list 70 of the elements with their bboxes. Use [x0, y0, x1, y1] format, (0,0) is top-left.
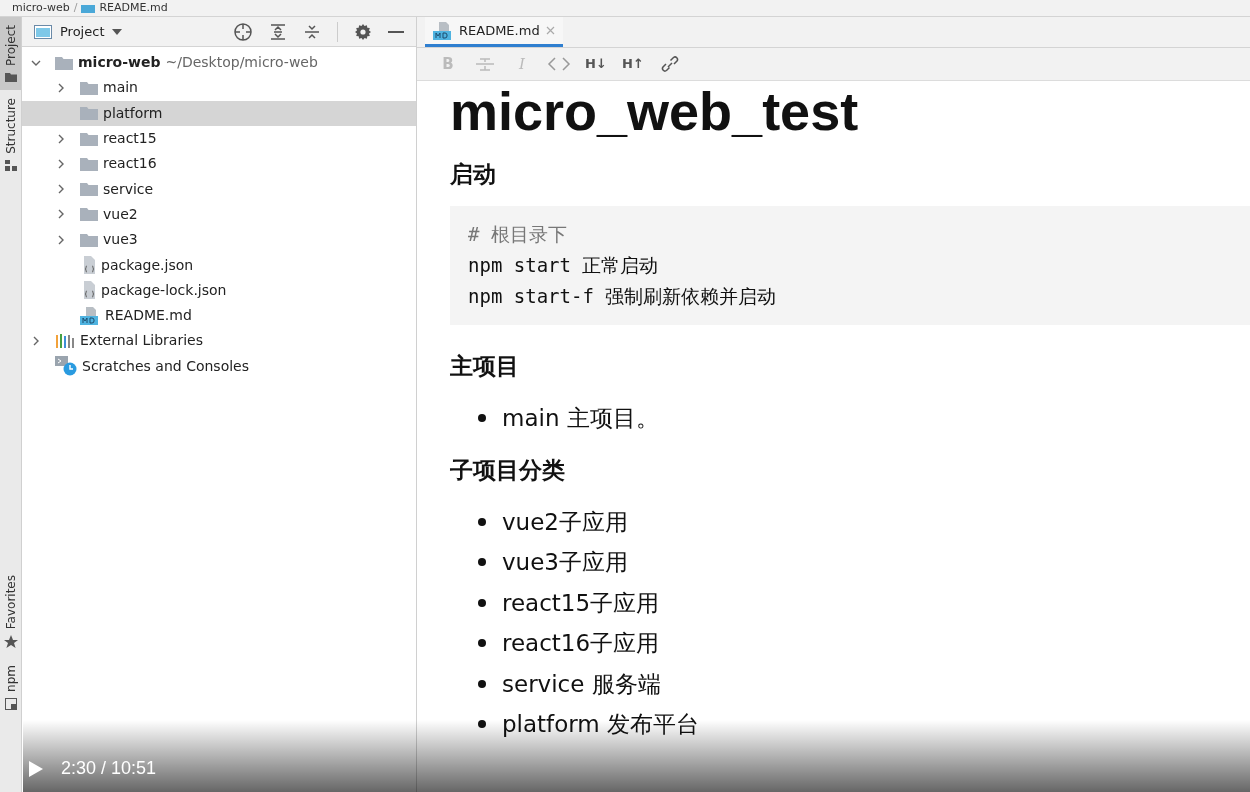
bullet: [478, 414, 486, 423]
code-line: npm start 正常启动: [468, 253, 660, 278]
tree-item[interactable]: micro-web ~/Desktop/micro-web: [22, 50, 416, 76]
section-heading: 启动: [450, 163, 497, 186]
folder-icon: [80, 207, 98, 222]
folder-icon: [80, 232, 98, 247]
expand-all-icon[interactable]: [269, 22, 287, 41]
list-item: platform 发布平台: [502, 710, 700, 739]
bullet: [478, 517, 486, 526]
playback-time: 2:30 / 10:51: [61, 757, 157, 780]
tree-item[interactable]: react15: [22, 125, 416, 152]
list-item: vue2子应用: [502, 507, 628, 537]
folder-icon: [80, 106, 98, 121]
settings-icon[interactable]: [354, 22, 372, 41]
folder-icon: [80, 182, 98, 197]
libraries-icon: [55, 332, 75, 349]
tree-item[interactable]: External Libraries: [22, 328, 416, 354]
tree-item[interactable]: platform: [22, 100, 416, 126]
view-selector[interactable]: Project: [34, 21, 123, 42]
tree-item[interactable]: Scratches and Consoles: [22, 353, 416, 379]
collapse-all-icon[interactable]: [303, 22, 321, 41]
tree-item[interactable]: main: [22, 75, 416, 101]
folder-icon: [80, 80, 98, 95]
code-comment: # 根目录下: [468, 222, 568, 247]
folder-icon: [55, 55, 73, 70]
bullet: [478, 639, 486, 648]
bullet: [478, 558, 486, 567]
side-tab[interactable]: Favorites: [0, 566, 21, 658]
play-icon[interactable]: [29, 760, 43, 777]
section-heading: 子项目分类: [450, 458, 566, 482]
structure-icon: [4, 159, 17, 172]
list-item: react15子应用: [502, 588, 660, 618]
list-item: vue3子应用: [502, 548, 628, 577]
breadcrumb-item[interactable]: micro-web: [12, 0, 70, 17]
heading-down-button[interactable]: H↓: [583, 54, 609, 74]
side-tab[interactable]: npm: [0, 657, 21, 718]
editor-tab[interactable]: README.md: [425, 17, 563, 47]
heading-up-button[interactable]: H↑: [620, 54, 646, 74]
bullet: [478, 720, 486, 729]
bullet: [478, 679, 486, 688]
breadcrumb-item[interactable]: README.md: [99, 0, 168, 17]
tree-item[interactable]: package-lock.json: [22, 277, 416, 303]
folder-icon: [4, 72, 17, 83]
code-icon[interactable]: [546, 56, 572, 72]
folder-icon: [80, 131, 98, 146]
tree-item[interactable]: react16: [22, 151, 416, 177]
tree-item[interactable]: vue3: [22, 227, 416, 253]
tree-item[interactable]: service: [22, 176, 416, 202]
section-heading: 主项目: [450, 355, 520, 378]
code-line: npm start-f 强制刷新依赖并启动: [468, 284, 778, 309]
folder-icon: [80, 156, 98, 171]
breadcrumb-separator: /: [73, 0, 78, 16]
npm-icon: [4, 698, 17, 710]
star-icon: [3, 635, 18, 650]
locate-icon[interactable]: [233, 21, 253, 42]
project-path: ~/Desktop/micro-web: [165, 53, 318, 73]
view-label: Project: [60, 22, 105, 41]
bullet: [478, 598, 486, 607]
document-title: micro_web_test: [450, 81, 860, 141]
list-item: service 服务端: [502, 669, 661, 699]
side-tab[interactable]: Structure: [0, 90, 21, 180]
window-icon: [34, 24, 52, 39]
tree-item[interactable]: README.md: [22, 302, 416, 329]
list-item: react16子应用: [502, 629, 660, 658]
list-item: main 主项目。: [502, 404, 659, 433]
scratches-icon: [55, 356, 77, 377]
tree-item[interactable]: vue2: [22, 201, 416, 228]
caret-icon: [112, 28, 123, 35]
tree-item[interactable]: package.json: [22, 252, 416, 278]
side-tab[interactable]: Project: [0, 17, 21, 91]
